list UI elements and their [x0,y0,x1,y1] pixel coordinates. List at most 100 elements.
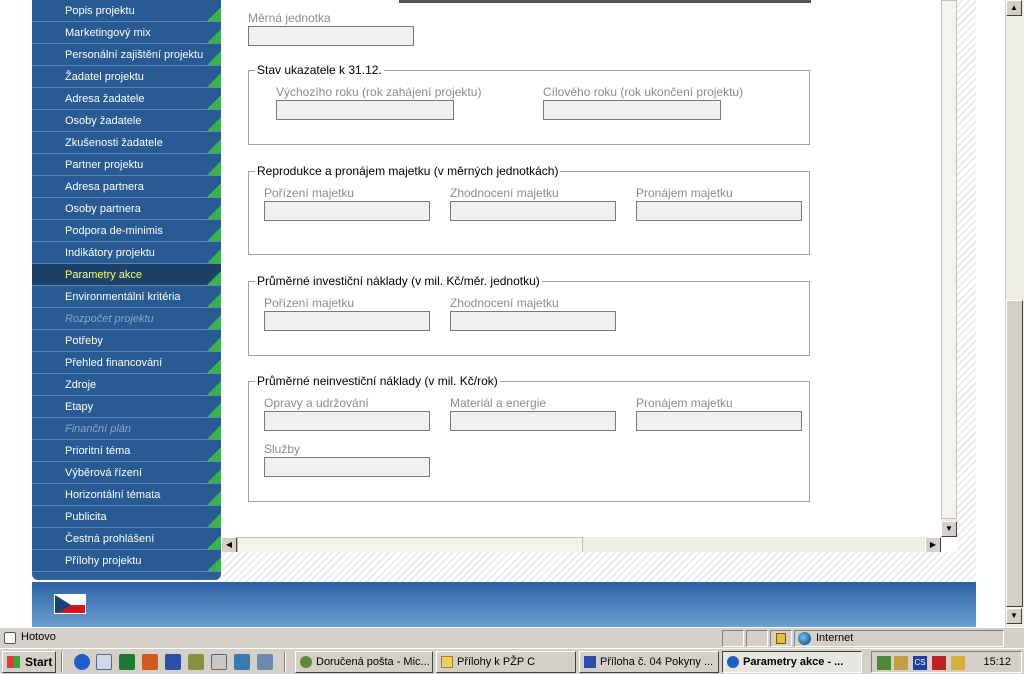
sidebar-item[interactable]: Podpora de-minimis [32,220,221,242]
repairs-input[interactable] [264,411,430,431]
target-year-label: Cílového roku (rok ukončení projektu) [543,85,744,99]
frame-vertical-thumb[interactable] [941,0,957,519]
status-pane [746,630,768,647]
invest-appreciation-label: Zhodnocení majetku [450,296,559,310]
repro-purchase-input[interactable] [264,201,430,221]
repro-legend: Reprodukce a pronájem majetku (v měrných… [257,164,559,178]
outlook-icon[interactable] [96,654,112,670]
neinvest-legend: Průměrné neinvestiční náklady (v mil. Kč… [257,374,498,388]
invest-purchase-input[interactable] [264,311,430,331]
frame-horizontal-thumb[interactable] [237,537,583,553]
invest-appreciation-input[interactable] [450,311,616,331]
page-icon [4,632,16,644]
calculator-icon[interactable] [234,654,250,670]
sidebar-item[interactable]: Přílohy projektu [32,550,221,572]
sidebar-item[interactable]: Marketingový mix [32,22,221,44]
sidebar-item[interactable]: Parametry akce [32,264,221,286]
desktop-icon[interactable] [257,654,273,670]
neinvest-rent-input[interactable] [636,411,802,431]
zone-pane: Internet [794,630,1004,647]
services-label: Služby [264,442,301,456]
sidebar-item[interactable]: Osoby partnera [32,198,221,220]
zone-text: Internet [816,632,854,644]
sidebar-item: Finanční plán [32,418,221,440]
window-vertical-thumb[interactable] [1006,300,1023,607]
sidebar-item[interactable]: Zdroje [32,374,221,396]
ie-icon[interactable] [74,654,90,670]
app-icon[interactable] [188,654,204,670]
excel-icon[interactable] [119,654,135,670]
frame-scroll-down-icon[interactable]: ▼ [941,521,957,537]
services-input[interactable] [264,457,430,477]
initial-year-input[interactable] [276,100,454,120]
sidebar-item[interactable]: Potřeby [32,330,221,352]
sidebar-item[interactable]: Publicita [32,506,221,528]
sidebar-item[interactable]: Žadatel projektu [32,66,221,88]
app-tray-icon[interactable] [951,656,965,670]
sidebar-nav: Popis projektu Marketingový mix Personální… [32,0,221,580]
status-text: Hotovo [21,631,56,643]
repro-rent-input[interactable] [636,201,802,221]
start-button[interactable]: Start [2,651,56,673]
form-area: Měrná jednotka Stav ukazatele k 31.12. V… [221,0,941,537]
sidebar-item[interactable]: Adresa žadatele [32,88,221,110]
stav-legend: Stav ukazatele k 31.12. [257,63,382,77]
task-outlook[interactable]: Doručená pošta - Mic... [295,651,433,673]
powerpoint-icon[interactable] [142,654,158,670]
sidebar-item[interactable]: Výběrová řízení [32,462,221,484]
neinvest-rent-label: Pronájem majetku [636,396,733,410]
status-pane [770,630,792,647]
taskbar: Start Doručená pošta - Mic... Přílohy k … [0,648,1024,674]
sidebar-item[interactable]: Popis projektu [32,0,221,22]
invest-legend: Průměrné investiční náklady (v mil. Kč/m… [257,274,540,288]
sidebar-item[interactable]: Přehled financování [32,352,221,374]
window-scroll-down-icon[interactable]: ▼ [1006,608,1022,624]
task-label: Doručená pošta - Mic... [316,656,430,668]
separator [284,652,286,672]
language-indicator[interactable]: CS [913,656,927,670]
unit-input[interactable] [248,26,414,46]
status-bar: Hotovo Internet [0,627,1024,647]
task-folder[interactable]: Přílohy k PŽP C [436,651,576,673]
sidebar-item[interactable]: Čestná prohlášení [32,528,221,550]
task-word[interactable]: Příloha č. 04 Pokyny ... [579,651,719,673]
folder-icon [441,656,453,668]
sidebar-item[interactable]: Indikátory projektu [32,242,221,264]
sidebar-item[interactable]: Horizontální témata [32,484,221,506]
task-browser[interactable]: Parametry akce - ... [722,651,862,673]
header-divider [399,0,811,3]
sidebar-item[interactable]: Partner projektu [32,154,221,176]
frame-scroll-left-icon[interactable]: ◀ [221,537,237,553]
page-footer [32,582,976,627]
sidebar-item[interactable]: Environmentální kritéria [32,286,221,308]
sidebar-item[interactable]: Etapy [32,396,221,418]
sidebar-item[interactable]: Adresa partnera [32,176,221,198]
sidebar-item[interactable]: Prioritní téma [32,440,221,462]
frame-scroll-right-icon[interactable]: ▶ [925,537,941,553]
neinvest-fieldset: Průměrné neinvestiční náklady (v mil. Kč… [248,374,810,502]
sidebar-item[interactable]: Osoby žadatele [32,110,221,132]
repairs-label: Opravy a udržování [264,396,369,410]
app-icon[interactable] [211,654,227,670]
word-icon[interactable] [165,654,181,670]
system-tray: CS 15:12 [871,651,1022,673]
sidebar-item[interactable]: Zkušenosti žadatele [32,132,221,154]
antivirus-icon[interactable] [932,656,946,670]
globe-icon [798,632,811,645]
sidebar-item: Rozpočet projektu [32,308,221,330]
volume-icon[interactable] [894,656,908,670]
separator [61,652,63,672]
window-scroll-up-icon[interactable]: ▲ [1006,0,1022,16]
network-icon[interactable] [877,656,891,670]
task-label: Přílohy k PŽP C [457,656,536,668]
lock-icon [776,633,786,644]
czech-flag-icon[interactable] [54,594,86,614]
material-input[interactable] [450,411,616,431]
sidebar-item[interactable]: Personální zajištění projektu [32,44,221,66]
invest-purchase-label: Pořízení majetku [264,296,355,310]
browser-viewport: Popis projektu Marketingový mix Personální… [0,0,1024,627]
target-year-input[interactable] [543,100,721,120]
word-doc-icon [584,656,596,668]
repro-appreciation-input[interactable] [450,201,616,221]
unit-label: Měrná jednotka [248,11,331,25]
